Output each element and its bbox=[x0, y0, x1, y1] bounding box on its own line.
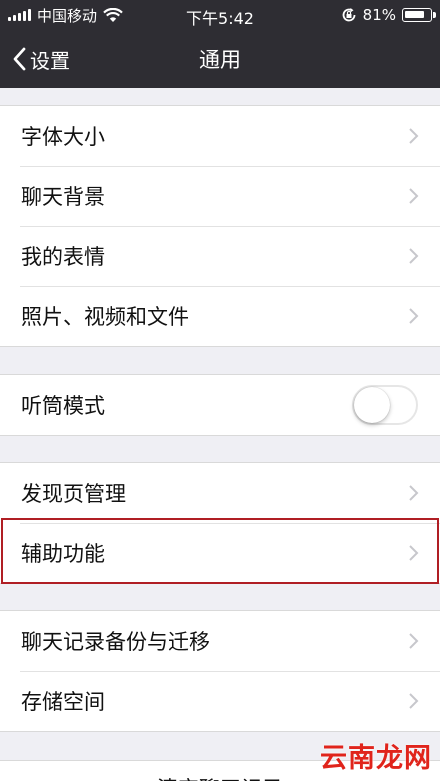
row-label: 聊天背景 bbox=[21, 185, 105, 209]
page-title: 通用 bbox=[199, 48, 241, 72]
display-settings-group: 字体大小 聊天背景 我的表情 照片、视频和文件 bbox=[0, 105, 440, 347]
earpiece-mode-group: 听筒模式 bbox=[0, 374, 440, 436]
chat-background-row[interactable]: 聊天背景 bbox=[0, 166, 440, 226]
earpiece-mode-row: 听筒模式 bbox=[0, 375, 440, 435]
chevron-right-icon bbox=[409, 308, 419, 324]
row-label: 听筒模式 bbox=[21, 394, 105, 418]
row-label: 辅助功能 bbox=[21, 542, 105, 566]
chevron-right-icon bbox=[409, 188, 419, 204]
font-size-row[interactable]: 字体大小 bbox=[0, 106, 440, 166]
chevron-right-icon bbox=[409, 545, 419, 561]
orientation-lock-icon bbox=[342, 8, 356, 22]
chevron-right-icon bbox=[409, 248, 419, 264]
toggle-knob bbox=[354, 387, 390, 423]
row-label: 照片、视频和文件 bbox=[21, 305, 189, 329]
status-bar: 中国移动 下午5:42 81% bbox=[0, 0, 440, 30]
battery-percent: 81% bbox=[362, 6, 396, 24]
row-label: 字体大小 bbox=[21, 125, 105, 149]
chevron-right-icon bbox=[409, 485, 419, 501]
my-stickers-row[interactable]: 我的表情 bbox=[0, 226, 440, 286]
battery-fill bbox=[405, 11, 424, 18]
battery-cap bbox=[433, 12, 436, 18]
chevron-right-icon bbox=[409, 128, 419, 144]
storage-group: 聊天记录备份与迁移 存储空间 bbox=[0, 610, 440, 732]
row-label: 我的表情 bbox=[21, 245, 105, 269]
chevron-right-icon bbox=[409, 693, 419, 709]
chat-backup-migration-row[interactable]: 聊天记录备份与迁移 bbox=[0, 611, 440, 671]
row-label: 聊天记录备份与迁移 bbox=[21, 630, 210, 654]
battery-icon bbox=[402, 8, 436, 22]
site-watermark: 云南龙网 bbox=[320, 743, 432, 774]
accessibility-row[interactable]: 辅助功能 bbox=[0, 523, 440, 583]
earpiece-mode-toggle[interactable] bbox=[352, 385, 418, 425]
navigation-bar: 设置 通用 bbox=[0, 30, 440, 88]
discover-management-row[interactable]: 发现页管理 bbox=[0, 463, 440, 523]
status-right: 81% bbox=[341, 5, 436, 25]
wechat-general-settings-screen: 中国移动 下午5:42 81% 设置 通用 字体大小 聊天背景 我的表情 照片、… bbox=[0, 0, 440, 781]
chevron-right-icon bbox=[409, 633, 419, 649]
storage-space-row[interactable]: 存储空间 bbox=[0, 671, 440, 731]
discover-group: 发现页管理 辅助功能 bbox=[0, 462, 440, 584]
row-label: 发现页管理 bbox=[21, 482, 126, 506]
row-label: 存储空间 bbox=[21, 690, 105, 714]
photos-videos-files-row[interactable]: 照片、视频和文件 bbox=[0, 286, 440, 346]
